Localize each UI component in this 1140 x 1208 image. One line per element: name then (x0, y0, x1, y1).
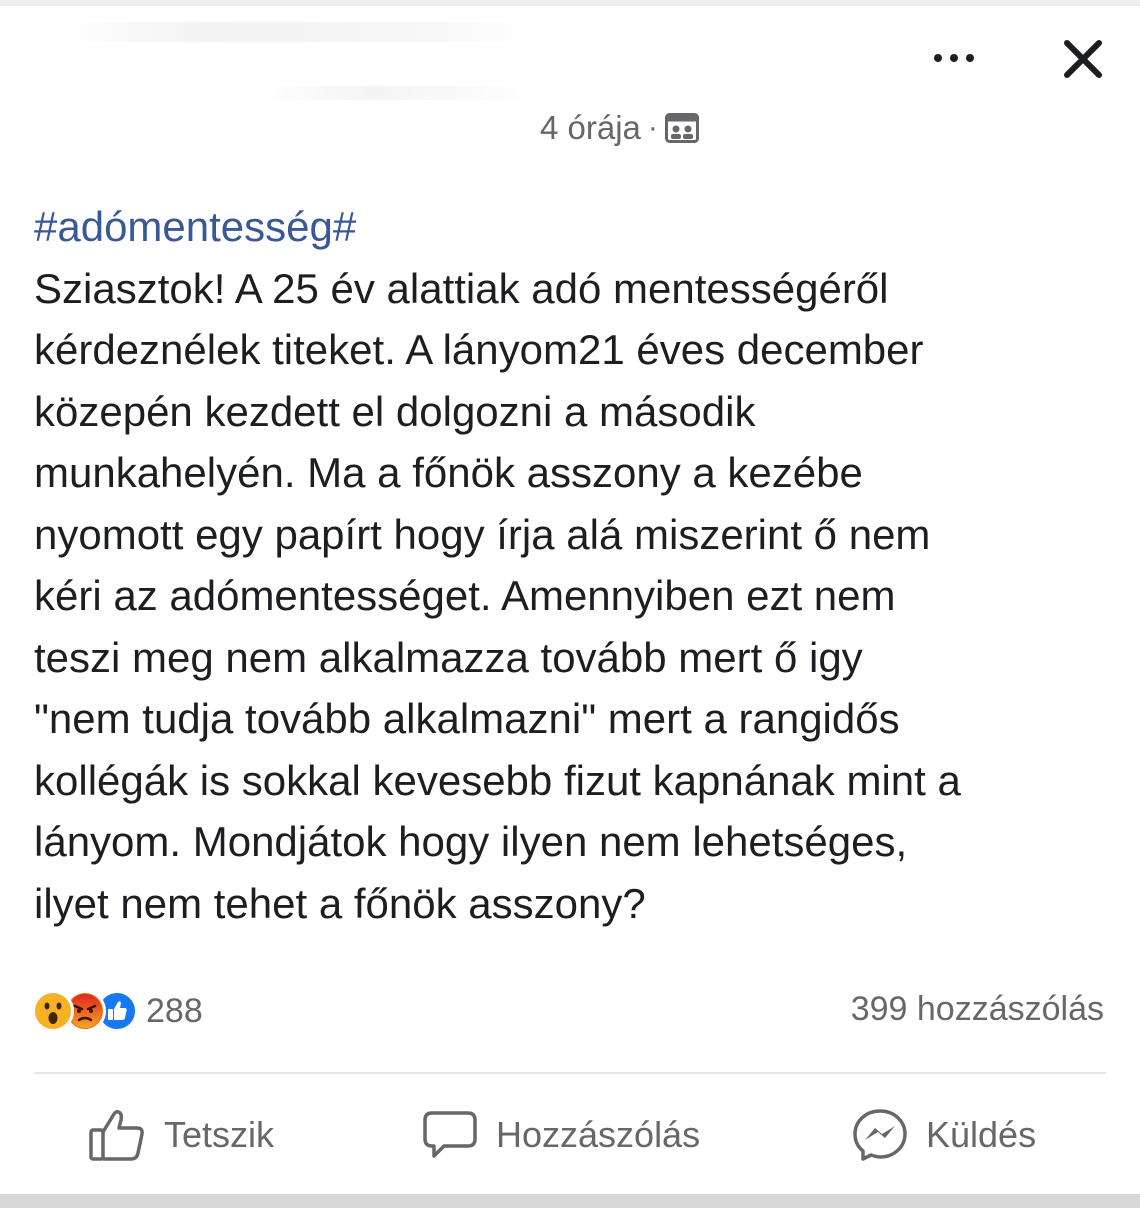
speech-bubble-icon (422, 1109, 478, 1161)
comment-label: Hozzászólás (496, 1114, 701, 1155)
reactions-summary[interactable]: 288 (32, 986, 203, 1036)
more-options-icon (934, 54, 974, 62)
post-line: kollégák is sokkal kevesebb fizut kapnán… (34, 756, 961, 804)
reaction-count[interactable]: 288 (146, 992, 203, 1031)
post-hashtag[interactable]: #adómentesség# (34, 196, 1114, 258)
post-meta: 4 órája · (540, 106, 699, 150)
post-line: lányom. Mondjátok hogy ilyen nem lehetsé… (34, 818, 908, 865)
messenger-icon (852, 1108, 908, 1162)
post-body: #adómentesség# Sziasztok! A 25 év alatti… (34, 196, 1114, 934)
meta-separator: · (647, 111, 658, 144)
send-label: Küldés (926, 1114, 1037, 1155)
post-line: munkahelyén. Ma a főnök asszony a kezébe (34, 449, 863, 496)
post-line: ilyet nem tehet a főnök asszony? (34, 879, 646, 927)
group-audience-icon (664, 113, 699, 143)
post-line: Sziasztok! A 25 év alattiak adó mentessé… (34, 264, 889, 312)
post-line: "nem tudja tovább alkalmazni" mert a ran… (34, 695, 900, 742)
top-edge (0, 0, 1140, 6)
post-line: teszi meg nem alkalmazza tovább mert ő i… (34, 633, 863, 681)
post-line: kérdeznélek titeket. A lányom21 éves dec… (34, 326, 924, 373)
close-button[interactable] (1056, 32, 1110, 86)
like-button[interactable]: Tetszik (88, 1106, 274, 1164)
post-line: nyomott egy papírt hogy írja alá miszeri… (34, 510, 931, 558)
close-icon (1064, 40, 1102, 78)
wow-reaction-icon (32, 990, 74, 1032)
more-options-button[interactable] (928, 40, 980, 76)
like-label: Tetszik (164, 1114, 275, 1155)
comment-button[interactable]: Hozzászólás (422, 1106, 700, 1164)
comments-count[interactable]: 399 hozzászólás (851, 990, 1104, 1029)
blurred-author-name (60, 22, 540, 42)
bottom-edge (0, 1194, 1140, 1208)
post-timestamp[interactable]: 4 órája (540, 109, 641, 147)
post-line: közepén kezdett el dolgozni a második (34, 387, 756, 435)
blurred-group-name (260, 86, 540, 100)
post-line: kéri az adómentességet. Amennyiben ezt n… (34, 572, 896, 619)
thumbs-up-icon (88, 1108, 146, 1162)
divider (34, 1072, 1106, 1074)
send-button[interactable]: Küldés (852, 1106, 1036, 1164)
